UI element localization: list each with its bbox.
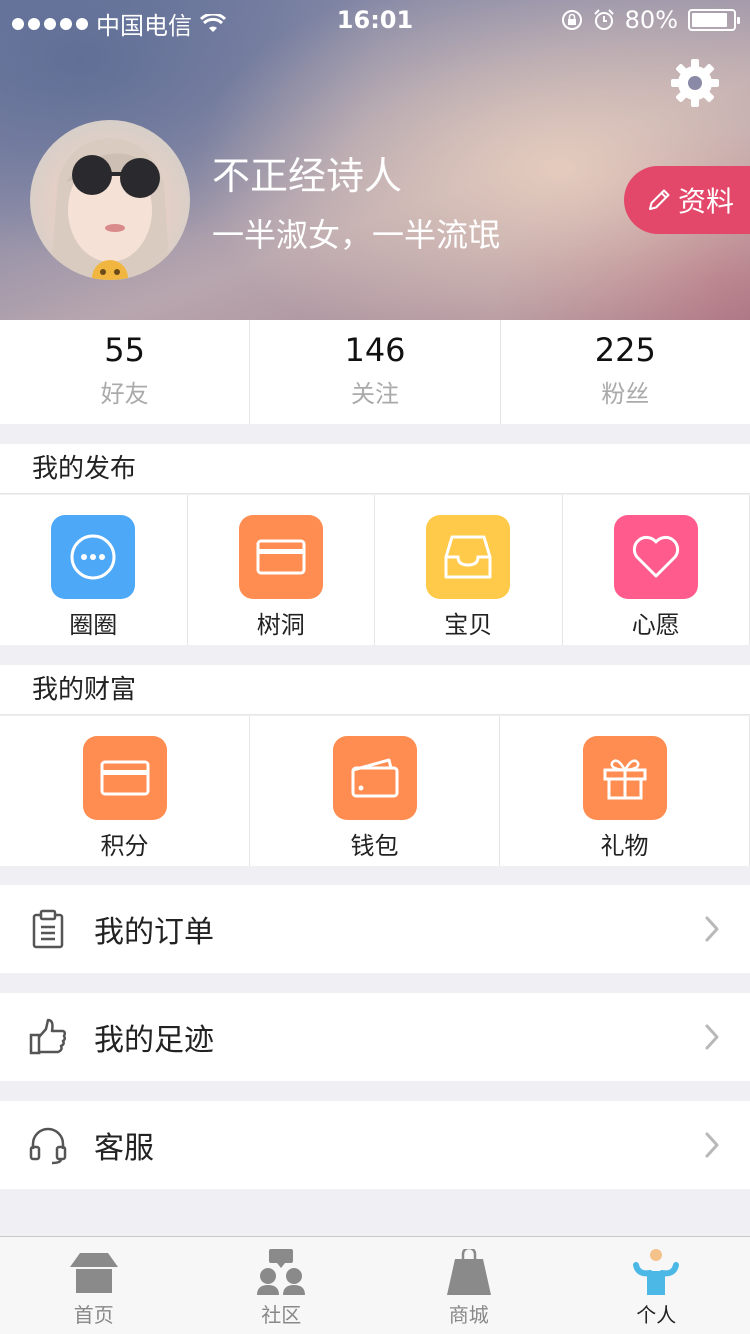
stat-value: 225 <box>594 331 656 369</box>
card-icon <box>100 760 149 796</box>
section-title-wealth: 我的财富 <box>0 665 750 715</box>
wealth-item-gift[interactable]: 礼物 <box>500 716 750 866</box>
clipboard-icon <box>32 909 64 949</box>
wealth-item-label: 礼物 <box>600 832 649 860</box>
publish-item-baby[interactable]: 宝贝 <box>375 495 563 645</box>
menu-row-label: 我的足迹 <box>94 1023 214 1058</box>
wealth-tile <box>332 736 417 820</box>
person-icon <box>633 1249 680 1295</box>
stat-friends[interactable]: 55 好友 <box>0 320 251 424</box>
tab-label: 个人 <box>636 1303 677 1327</box>
shopping-bag-icon <box>446 1249 491 1295</box>
wealth-item-wallet[interactable]: 钱包 <box>250 716 500 866</box>
card-icon <box>256 539 306 575</box>
gift-icon <box>603 759 646 800</box>
alarm-icon <box>593 9 614 30</box>
community-icon <box>257 1249 306 1295</box>
gear-icon[interactable] <box>668 56 722 110</box>
house-icon <box>69 1253 118 1293</box>
publish-grid: 圈圈 树洞 宝贝 心愿 <box>0 495 750 645</box>
battery-percent: 80% <box>624 6 678 34</box>
tab-community[interactable]: 社区 <box>188 1237 376 1334</box>
stat-followers[interactable]: 225 粉丝 <box>501 320 750 424</box>
edit-profile-button[interactable]: 资料 <box>624 166 750 234</box>
chevron-right-icon <box>705 1132 719 1158</box>
avatar[interactable] <box>30 120 190 280</box>
menu-row-orders[interactable]: 我的订单 <box>0 885 750 973</box>
tab-bar: 首页 社区 商城 个人 <box>0 1236 750 1334</box>
headset-icon <box>29 1127 67 1165</box>
tab-profile[interactable]: 个人 <box>563 1237 750 1334</box>
chevron-right-icon <box>705 1024 719 1050</box>
publish-tile <box>426 515 511 599</box>
battery-icon <box>688 9 740 31</box>
publish-tile <box>51 515 136 599</box>
wealth-grid: 积分 钱包 礼物 <box>0 716 750 866</box>
wealth-item-points[interactable]: 积分 <box>0 716 250 866</box>
publish-item-label: 圈圈 <box>69 611 118 639</box>
chat-bubble-icon <box>70 534 116 580</box>
section-title-publish: 我的发布 <box>0 444 750 494</box>
wallet-icon <box>351 758 398 798</box>
tab-home[interactable]: 首页 <box>0 1237 188 1334</box>
stat-label: 粉丝 <box>601 380 650 408</box>
tab-label: 社区 <box>261 1303 302 1327</box>
menu-row-label: 我的订单 <box>94 915 214 950</box>
wealth-tile <box>582 736 667 820</box>
thumbs-up-icon <box>29 1018 67 1055</box>
pencil-icon <box>649 189 670 210</box>
tab-label: 首页 <box>73 1303 114 1327</box>
status-bar: 中国电信 16:01 80% <box>0 0 750 40</box>
chevron-right-icon <box>705 916 719 942</box>
publish-item-label: 宝贝 <box>444 611 493 639</box>
wealth-item-label: 积分 <box>100 832 149 860</box>
publish-tile <box>613 515 698 599</box>
publish-tile <box>238 515 323 599</box>
user-bio: 一半淑女，一半流氓 <box>212 216 501 254</box>
stat-label: 好友 <box>100 380 149 408</box>
wealth-tile <box>82 736 167 820</box>
stat-following[interactable]: 146 关注 <box>250 320 501 424</box>
inbox-tray-icon <box>444 535 492 579</box>
menu-row-customer-service[interactable]: 客服 <box>0 1101 750 1189</box>
tab-mall[interactable]: 商城 <box>375 1237 563 1334</box>
publish-item-circle[interactable]: 圈圈 <box>0 495 188 645</box>
wealth-item-label: 钱包 <box>350 832 399 860</box>
publish-item-label: 树洞 <box>256 611 305 639</box>
stat-value: 146 <box>344 331 406 369</box>
stat-value: 55 <box>104 331 146 369</box>
rotation-lock-icon <box>561 10 582 30</box>
publish-item-treehole[interactable]: 树洞 <box>188 495 375 645</box>
profile-header: 中国电信 16:01 80% 不正经诗人 一半淑女，一半流氓 资料 <box>0 0 750 320</box>
tab-label: 商城 <box>448 1303 489 1327</box>
publish-item-label: 心愿 <box>631 611 680 639</box>
stats-bar: 55 好友 146 关注 225 粉丝 <box>0 320 750 424</box>
username: 不正经诗人 <box>212 154 403 198</box>
menu-row-label: 客服 <box>94 1131 154 1166</box>
edit-profile-label: 资料 <box>678 185 735 218</box>
avatar-image <box>50 138 170 280</box>
menu-row-footprints[interactable]: 我的足迹 <box>0 993 750 1081</box>
heart-icon <box>632 535 679 578</box>
stat-label: 关注 <box>350 380 399 408</box>
publish-item-wish[interactable]: 心愿 <box>563 495 750 645</box>
